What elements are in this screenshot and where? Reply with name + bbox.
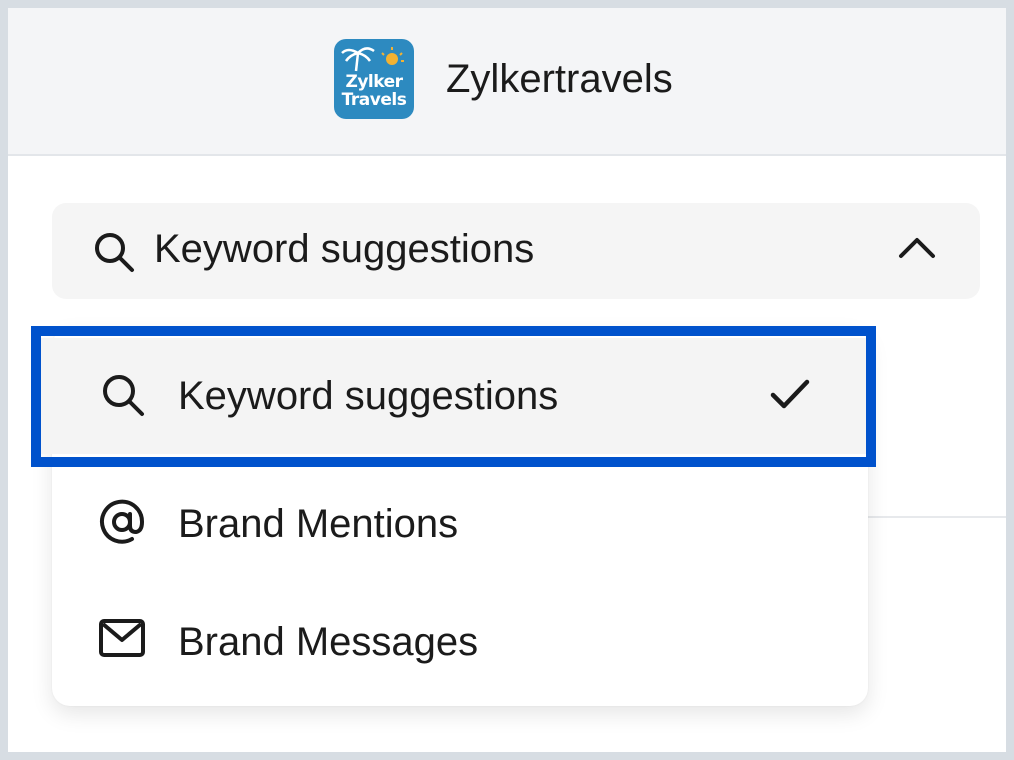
logo-text-line1: Zylker [345,72,404,92]
app-frame: Zylker Travels Zylkertravels Keyword sug… [8,8,1006,752]
dropdown-selected-label: Keyword suggestions [154,227,535,271]
search-icon [92,230,136,279]
menu-item-brand-mentions[interactable]: Brand Mentions [52,468,868,572]
at-sign-icon [98,498,146,551]
brand-name: Zylkertravels [446,57,673,101]
brand-logo: Zylker Travels [334,39,414,119]
menu-item-keyword-suggestions[interactable]: Keyword suggestions [38,338,868,454]
chevron-up-icon[interactable] [898,235,936,264]
feed-type-dropdown[interactable]: Keyword suggestions [52,203,980,299]
search-icon [100,372,146,423]
menu-item-label: Brand Mentions [178,502,459,546]
section-divider [858,516,1006,518]
header: Zylker Travels Zylkertravels [8,8,1006,156]
menu-item-label: Brand Messages [178,620,479,664]
menu-item-brand-messages[interactable]: Brand Messages [52,584,868,688]
logo-text-line2: Travels [341,90,407,110]
checkmark-icon [770,378,810,415]
menu-item-label: Keyword suggestions [178,374,559,418]
mail-icon [98,618,146,663]
dropdown-menu: Keyword suggestions Brand Mentions Brand… [38,328,868,706]
